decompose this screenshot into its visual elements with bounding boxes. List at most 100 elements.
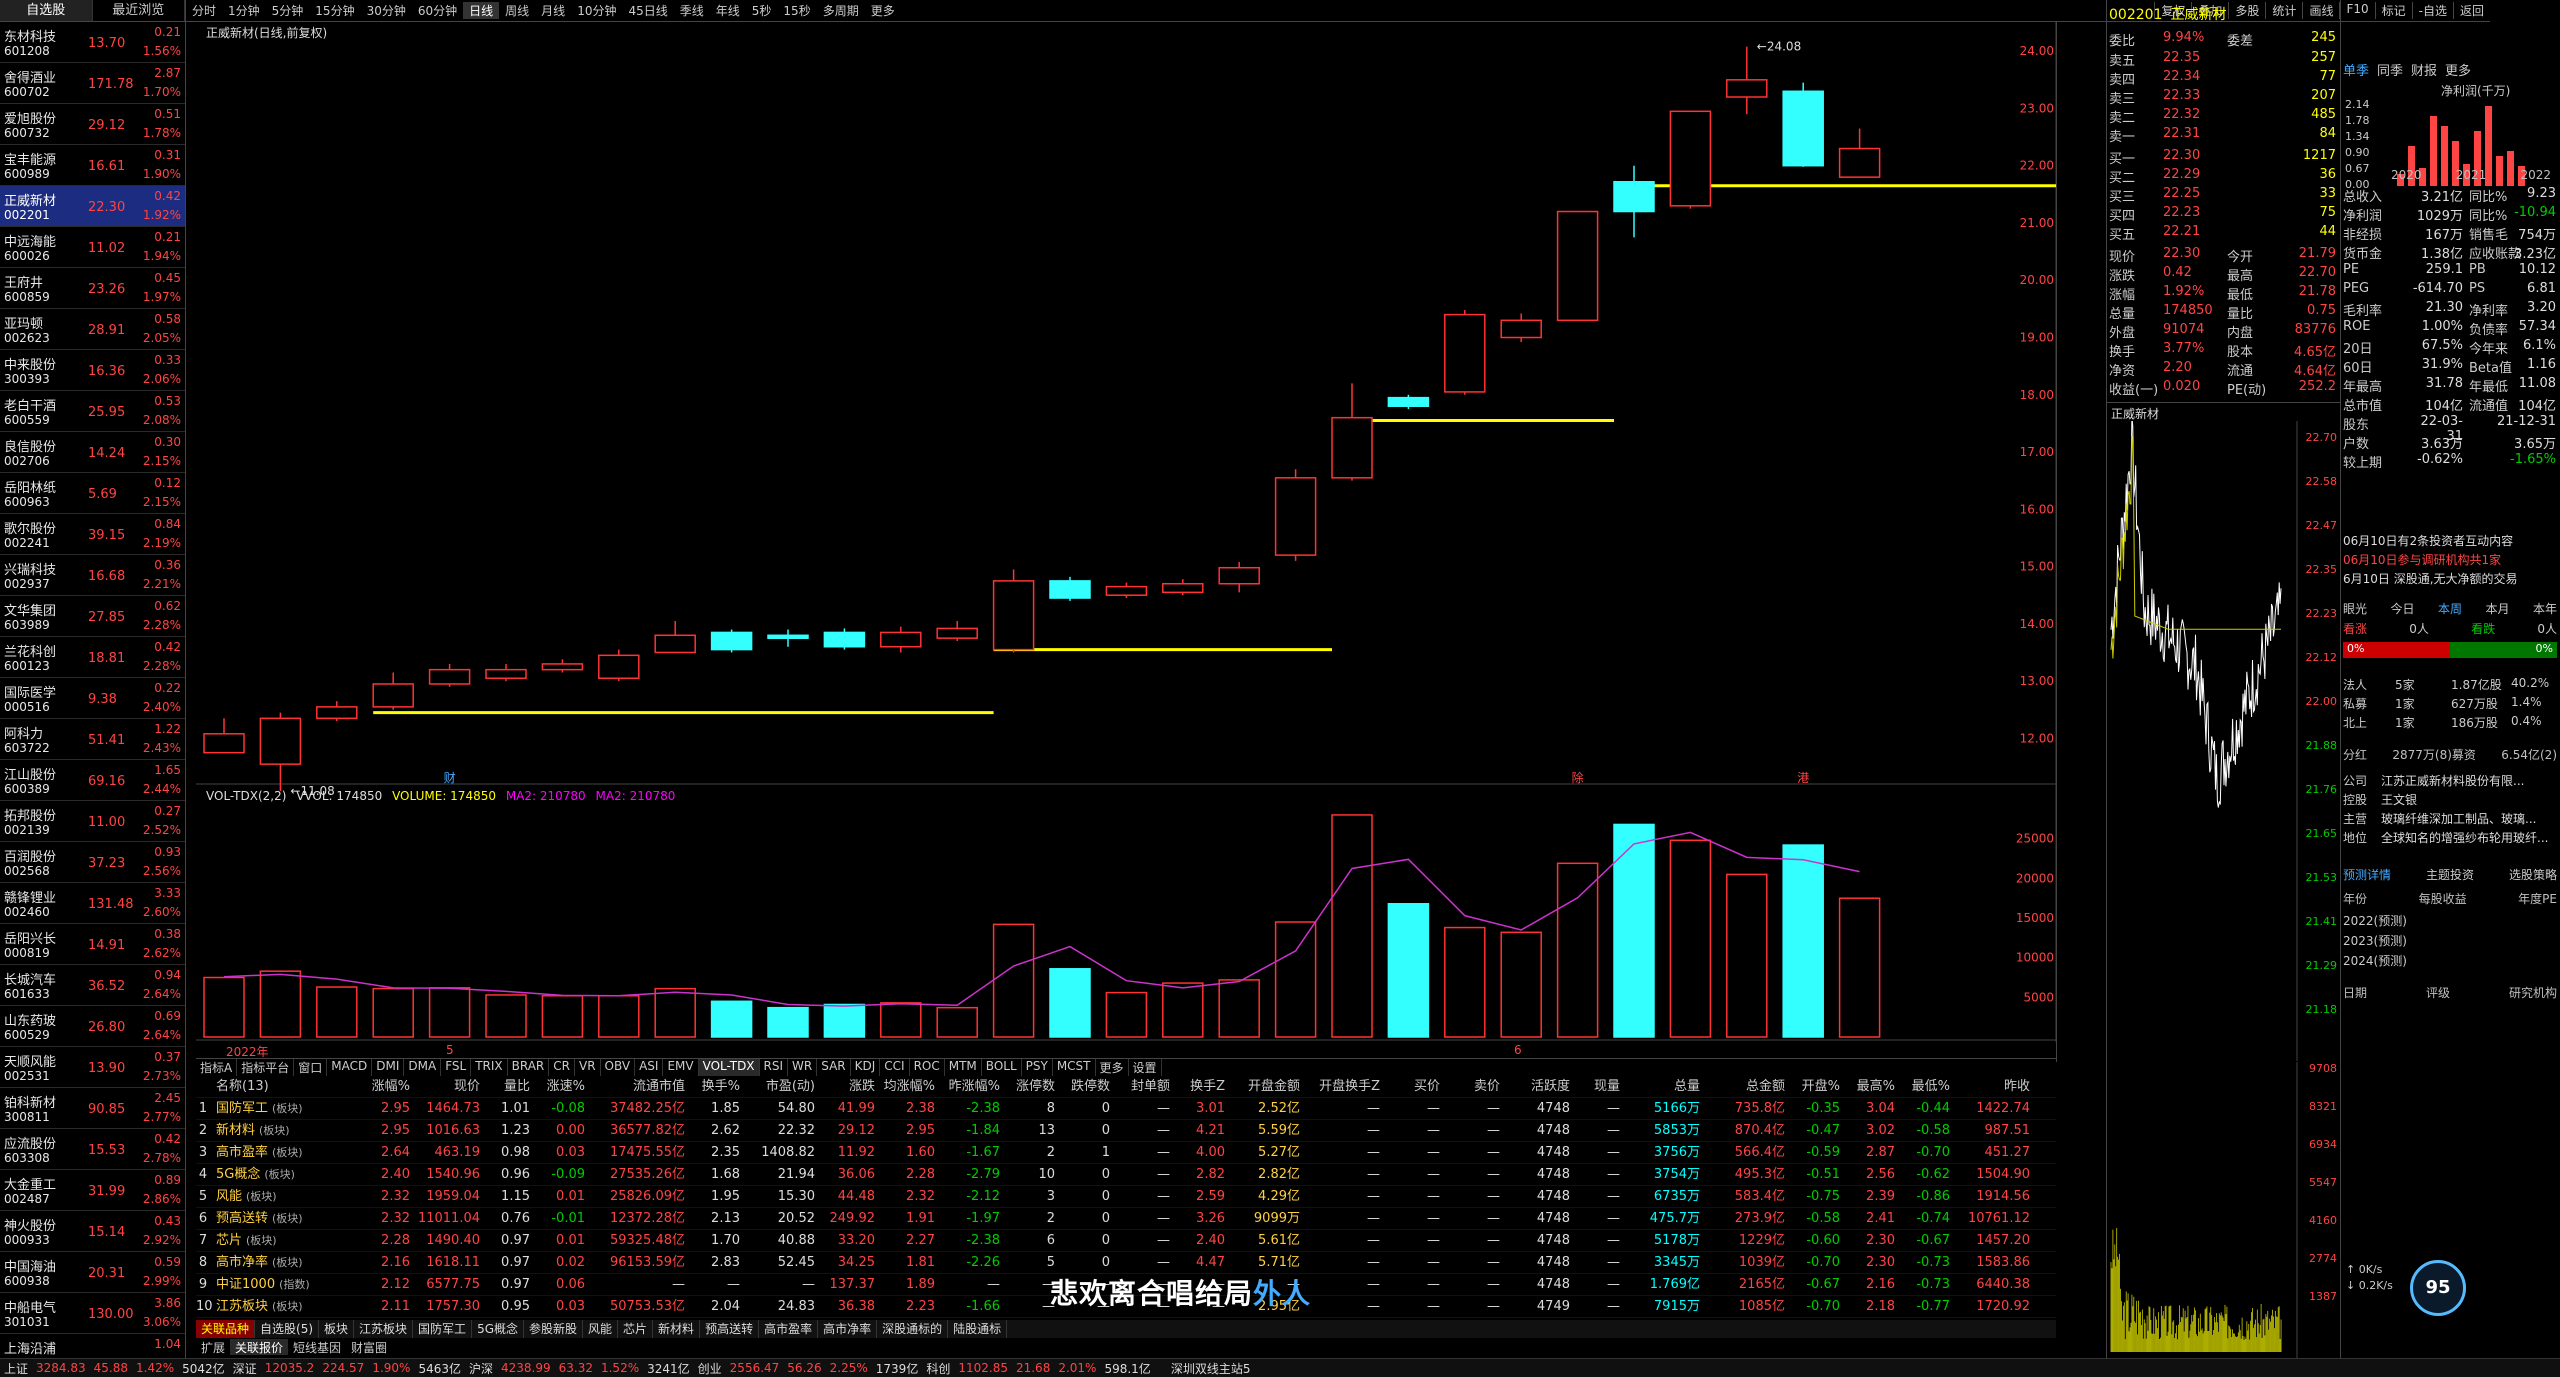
- indicator-tab-17[interactable]: SAR: [817, 1059, 851, 1076]
- candle[interactable]: [259, 712, 302, 792]
- candle[interactable]: [1274, 469, 1317, 561]
- stock-item[interactable]: 亚玛顿 002623 28.91 0.58 2.05%: [0, 309, 185, 350]
- bottom-subtab-0[interactable]: 扩展: [196, 1339, 230, 1355]
- indicator-tab-6[interactable]: FSL: [441, 1059, 472, 1076]
- candle[interactable]: [1387, 394, 1430, 410]
- f10-eye-tab[interactable]: 本月: [2485, 600, 2509, 617]
- bid-price[interactable]: 22.29: [2163, 167, 2200, 182]
- table-row[interactable]: 6 预高送转 (板块) 2.32 11011.04 0.76 -0.01 12372.28亿 2…: [196, 1208, 2056, 1230]
- event-marker[interactable]: 除: [1572, 770, 1584, 785]
- candle[interactable]: [428, 663, 471, 687]
- indicator-tab-0[interactable]: 指标A: [196, 1059, 238, 1076]
- col-header[interactable]: 涨速%: [536, 1076, 591, 1097]
- col-header[interactable]: 现量: [1576, 1076, 1626, 1097]
- period-2[interactable]: 5分钟: [266, 2, 310, 19]
- col-header[interactable]: 开盘换手Z: [1306, 1076, 1386, 1097]
- indicator-tab-4[interactable]: DMI: [372, 1059, 405, 1076]
- col-header[interactable]: 买价: [1386, 1076, 1446, 1097]
- index-name[interactable]: 创业: [694, 1360, 726, 1377]
- ask-price[interactable]: 22.33: [2163, 88, 2200, 103]
- stock-item[interactable]: 大金重工 002487 31.99 0.89 2.86%: [0, 1170, 185, 1211]
- stock-item[interactable]: 正威新材 002201 22.30 0.42 1.92%: [0, 186, 185, 227]
- candle[interactable]: [654, 620, 696, 654]
- stock-item[interactable]: 国际医学 000516 9.38 0.22 2.40%: [0, 678, 185, 719]
- index-name[interactable]: 科创: [922, 1360, 954, 1377]
- col-header[interactable]: 开盘%: [1791, 1076, 1846, 1097]
- performance-gauge[interactable]: 95: [2410, 1260, 2466, 1316]
- period-5[interactable]: 60分钟: [412, 2, 463, 19]
- stock-item[interactable]: 歌尔股份 002241 39.15 0.84 2.19%: [0, 514, 185, 555]
- bottom-subtab-2[interactable]: 短线基因: [288, 1339, 346, 1355]
- stock-item[interactable]: 拓邦股份 002139 11.00 0.27 2.52%: [0, 801, 185, 842]
- col-header[interactable]: 跌停数: [1061, 1076, 1116, 1097]
- period-12[interactable]: 年线: [710, 2, 746, 19]
- period-7[interactable]: 周线: [499, 2, 535, 19]
- table-row[interactable]: 2 新材料 (板块) 2.95 1016.63 1.23 0.00 36577.82亿 2.62…: [196, 1120, 2056, 1142]
- bottom-tab-5[interactable]: 5G概念: [472, 1320, 524, 1338]
- bottom-tab-6[interactable]: 参股新股: [524, 1320, 584, 1338]
- col-header[interactable]: 昨涨幅%: [941, 1076, 1006, 1097]
- candle[interactable]: [823, 628, 866, 650]
- period-4[interactable]: 30分钟: [361, 2, 412, 19]
- col-header[interactable]: 均涨幅%: [881, 1076, 941, 1097]
- col-header[interactable]: 最低%: [1901, 1076, 1956, 1097]
- indicator-tab-19[interactable]: CCI: [880, 1059, 910, 1076]
- indicator-tab-7[interactable]: TRIX: [471, 1059, 508, 1076]
- candle[interactable]: [1444, 310, 1486, 395]
- stock-item[interactable]: 铂科新材 300811 90.85 2.45 2.77%: [0, 1088, 185, 1129]
- bottom-tab-11[interactable]: 高市盈率: [759, 1320, 819, 1338]
- period-14[interactable]: 15秒: [777, 2, 816, 19]
- indicator-tab-13[interactable]: EMV: [663, 1059, 699, 1076]
- table-row[interactable]: 7 芯片 (板块) 2.28 1490.40 0.97 0.01 59325.48亿 1.70 4…: [196, 1230, 2056, 1252]
- bottom-tab-3[interactable]: 江苏板块: [354, 1320, 414, 1338]
- f10-pred-tab[interactable]: 选股策略: [2509, 866, 2557, 883]
- period-0[interactable]: 分时: [186, 2, 222, 19]
- bottom-tab-0[interactable]: 关联品种: [196, 1320, 256, 1338]
- indicator-tab-23[interactable]: PSY: [1022, 1059, 1053, 1076]
- ask-price[interactable]: 22.34: [2163, 69, 2200, 84]
- bottom-tab-14[interactable]: 陆股通标: [948, 1320, 1008, 1338]
- ask-price[interactable]: 22.35: [2163, 50, 2200, 65]
- period-16[interactable]: 更多: [865, 2, 901, 19]
- ask-price[interactable]: 22.31: [2163, 126, 2200, 141]
- f10-tab-0[interactable]: 单季: [2343, 60, 2369, 79]
- period-10[interactable]: 45日线: [622, 2, 673, 19]
- stock-item[interactable]: 老白干酒 600559 25.95 0.53 2.08%: [0, 391, 185, 432]
- stock-item[interactable]: 岳阳林纸 600963 5.69 0.12 2.15%: [0, 473, 185, 514]
- intraday-mini-chart[interactable]: 正威新材 22.70 22.58 22.47 22.35 22.23 22.12 22.00 2…: [2106, 402, 2340, 1062]
- bottom-tab-1[interactable]: 自选股(5): [255, 1320, 320, 1338]
- col-header[interactable]: 总金额: [1706, 1076, 1791, 1097]
- indicator-tab-8[interactable]: BRAR: [508, 1059, 550, 1076]
- tab-recent[interactable]: 最近浏览: [93, 0, 185, 21]
- candle[interactable]: [598, 649, 640, 682]
- col-header[interactable]: 涨跌: [821, 1076, 881, 1097]
- stock-item[interactable]: 阿科力 603722 51.41 1.22 2.43%: [0, 719, 185, 760]
- stock-item[interactable]: 爱旭股份 600732 29.12 0.51 1.78%: [0, 104, 185, 145]
- table-row[interactable]: 3 高市盈率 (板块) 2.64 463.19 0.98 0.03 17475.55亿 2.35…: [196, 1142, 2056, 1164]
- bottom-subtab-1[interactable]: 关联报价: [230, 1339, 289, 1355]
- indicator-tab-3[interactable]: MACD: [327, 1059, 373, 1076]
- period-9[interactable]: 10分钟: [571, 2, 622, 19]
- tab-watchlist[interactable]: 自选股: [0, 0, 93, 21]
- index-name[interactable]: 上证: [0, 1360, 32, 1377]
- indicator-tab-16[interactable]: WR: [788, 1059, 818, 1076]
- table-row[interactable]: 5 风能 (板块) 2.32 1959.04 1.15 0.01 25826.09亿 1.95 1…: [196, 1186, 2056, 1208]
- indicator-tab-26[interactable]: 设置: [1129, 1059, 1162, 1076]
- f10-eye-tab[interactable]: 今日: [2390, 600, 2414, 617]
- candle[interactable]: [936, 620, 978, 642]
- event-marker[interactable]: 港: [1797, 771, 1809, 785]
- candle[interactable]: [1782, 82, 1824, 167]
- bottom-tab-10[interactable]: 预高送转: [700, 1320, 760, 1338]
- stock-item[interactable]: 中国海油 600938 20.31 0.59 2.99%: [0, 1252, 185, 1293]
- candle[interactable]: [1331, 383, 1373, 481]
- indicator-tab-14[interactable]: VOL-TDX: [698, 1059, 760, 1076]
- col-header[interactable]: 总量: [1626, 1076, 1706, 1097]
- period-8[interactable]: 月线: [535, 2, 571, 19]
- candle[interactable]: [1726, 46, 1768, 115]
- col-header[interactable]: 卖价: [1446, 1076, 1506, 1097]
- bottom-tab-2[interactable]: 板块: [319, 1320, 355, 1338]
- col-header[interactable]: 涨幅%: [346, 1076, 416, 1097]
- stock-item[interactable]: 天顺风能 002531 13.90 0.37 2.73%: [0, 1047, 185, 1088]
- candle[interactable]: [316, 701, 358, 722]
- col-header[interactable]: 开盘金额: [1231, 1076, 1306, 1097]
